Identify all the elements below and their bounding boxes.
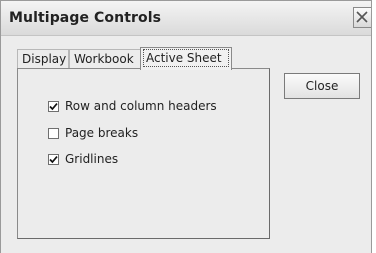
tab-display[interactable]: Display: [17, 49, 69, 68]
tab-page-panel: Row and column headers Page breaks Gridl…: [17, 68, 270, 239]
page-breaks-label: Page breaks: [65, 126, 139, 140]
dialog-window: Multipage Controls Display Workbook Acti…: [0, 0, 372, 253]
checkmark-icon: [49, 103, 58, 111]
page-breaks-checkbox[interactable]: [48, 128, 59, 139]
tab-active-sheet[interactable]: Active Sheet: [140, 47, 232, 70]
window-title: Multipage Controls: [9, 10, 162, 26]
tab-active-sheet-label: Active Sheet: [146, 51, 222, 65]
title-bar: Multipage Controls: [1, 1, 371, 36]
row-column-headers-label: Row and column headers: [65, 99, 217, 113]
tab-workbook[interactable]: Workbook: [69, 49, 149, 68]
gridlines-label: Gridlines: [65, 152, 119, 166]
checkmark-icon: [49, 156, 58, 164]
close-button[interactable]: Close: [284, 73, 360, 99]
gridlines-checkbox[interactable]: [48, 154, 59, 165]
row-column-headers-checkbox[interactable]: [48, 101, 59, 112]
close-window-button[interactable]: [353, 7, 371, 28]
close-x-icon: [356, 11, 368, 23]
